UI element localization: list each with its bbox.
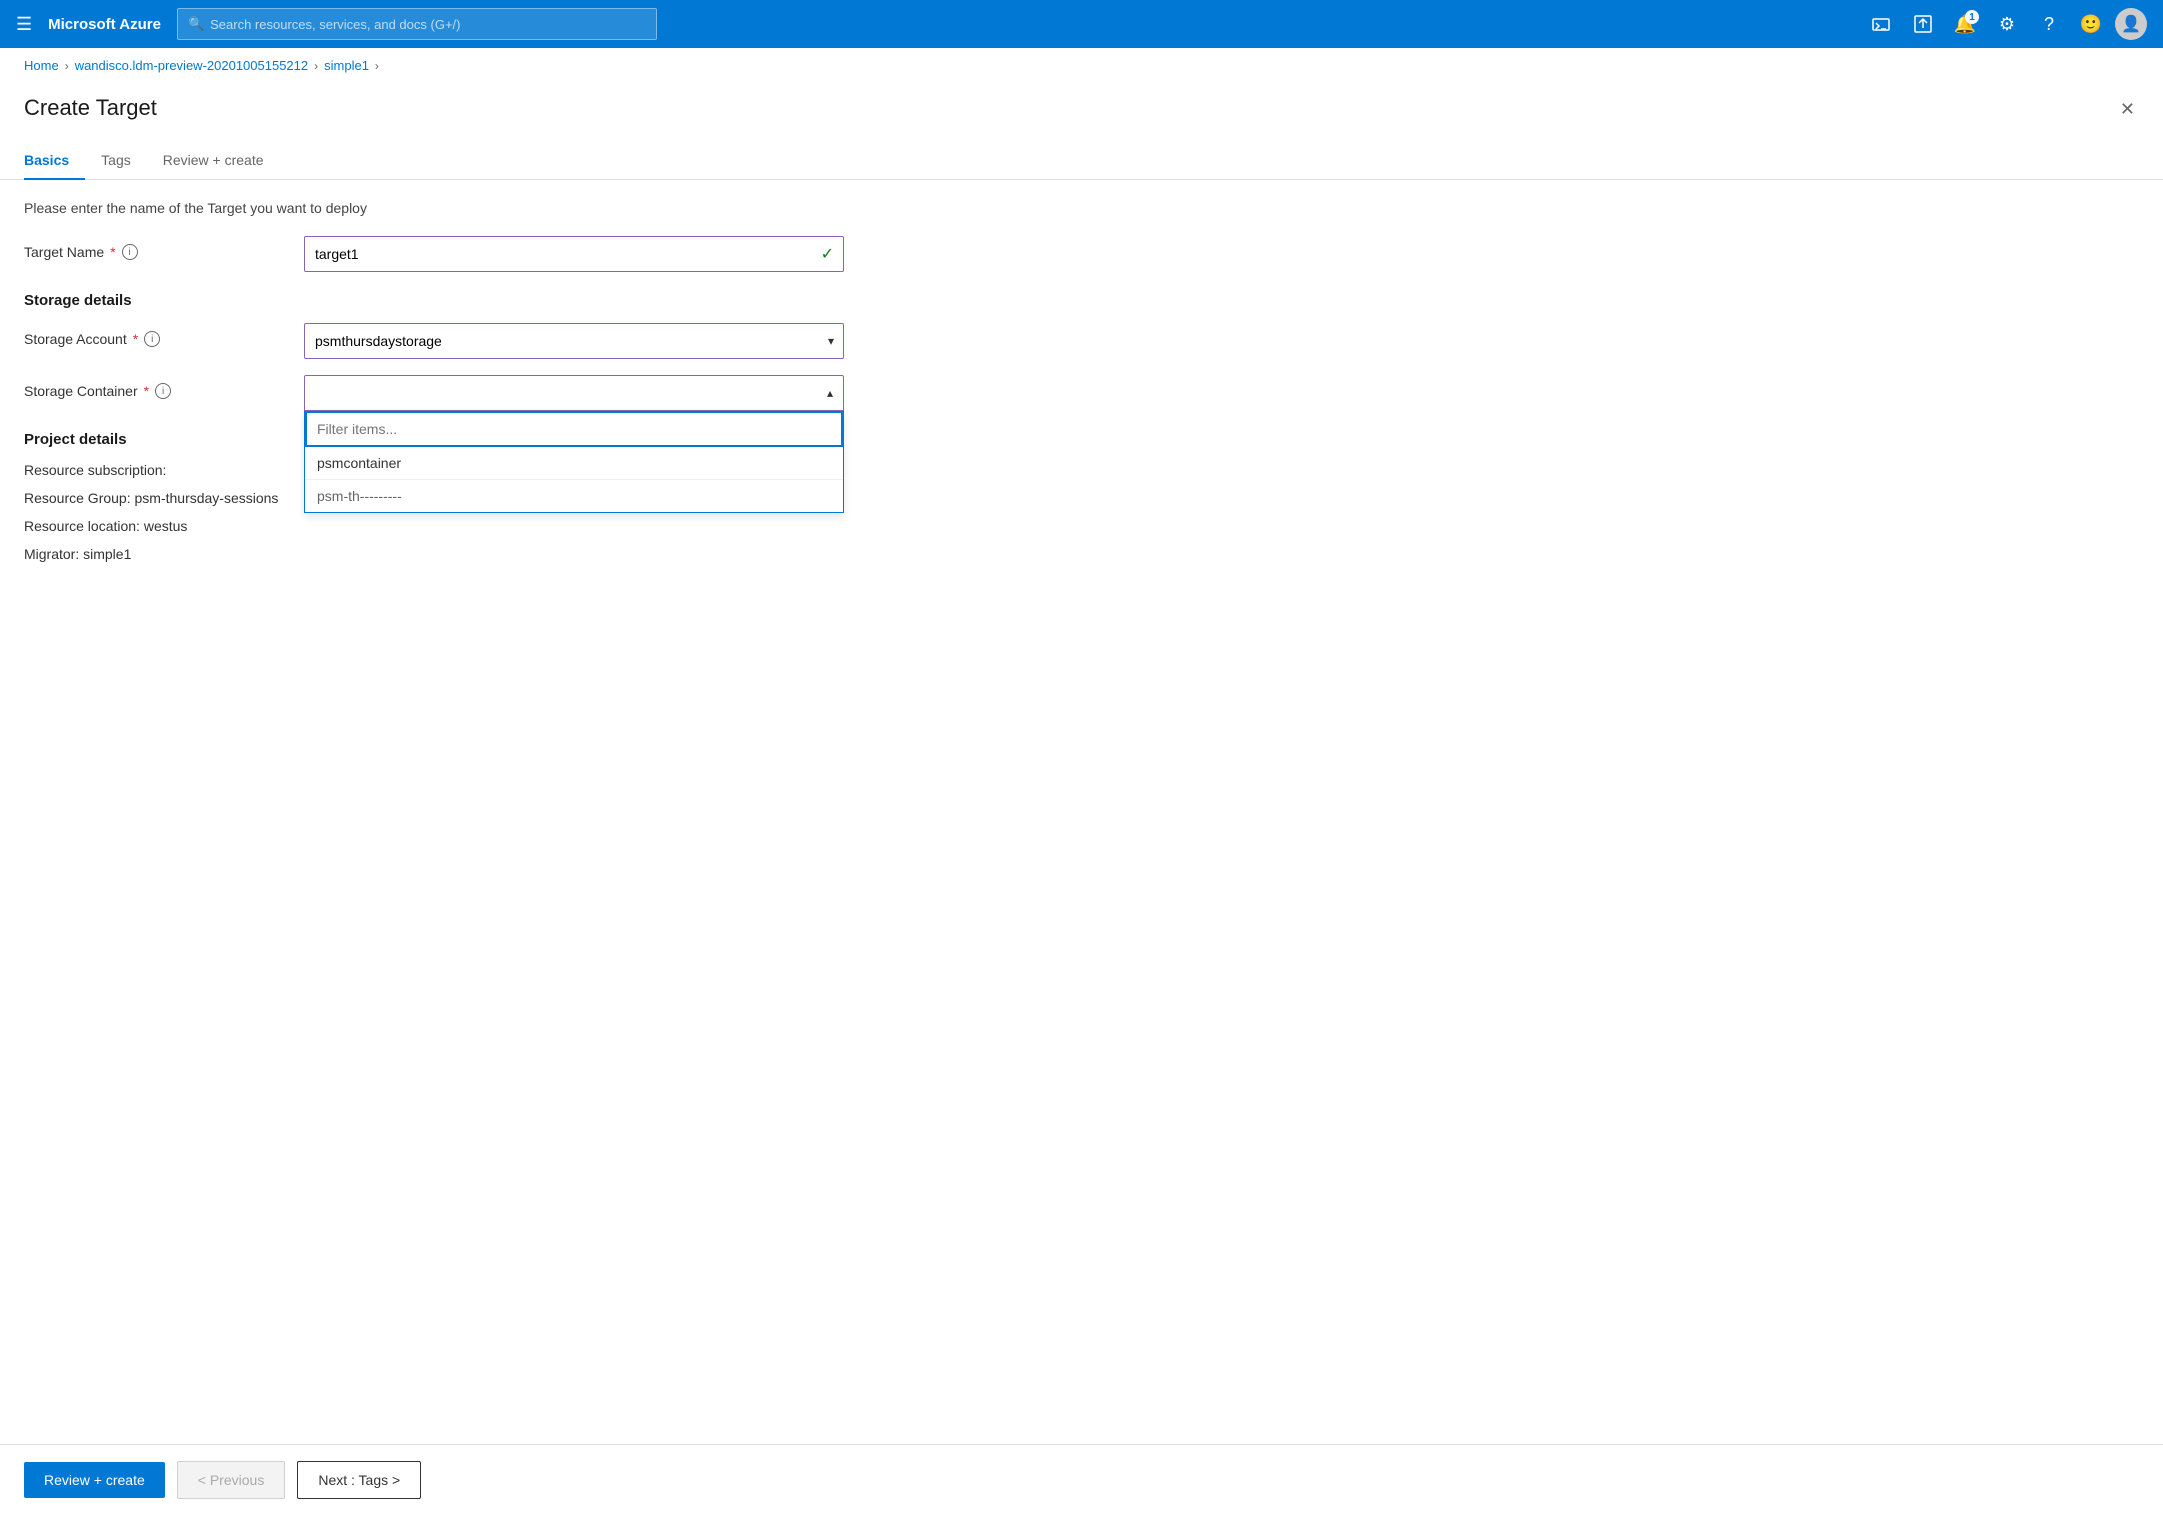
- storage-container-control: ▴ psmcontainer psm-th---------: [304, 375, 844, 411]
- breadcrumb-resource[interactable]: wandisco.ldm-preview-20201005155212: [75, 58, 308, 73]
- next-button[interactable]: Next : Tags >: [297, 1461, 421, 1499]
- previous-button[interactable]: < Previous: [177, 1461, 286, 1499]
- breadcrumb-sep-2: ›: [314, 59, 318, 73]
- tab-review-create[interactable]: Review + create: [147, 144, 280, 180]
- chevron-up-icon: ▴: [827, 386, 833, 400]
- storage-container-row: Storage Container * i ▴ psmcontainer psm…: [24, 375, 2139, 411]
- notifications-icon[interactable]: 🔔 1: [1947, 6, 1983, 42]
- brand-title: Microsoft Azure: [48, 16, 161, 33]
- close-button[interactable]: ✕: [2116, 95, 2139, 124]
- review-create-button[interactable]: Review + create: [24, 1462, 165, 1498]
- panel-header: Create Target ✕: [0, 79, 2163, 124]
- notification-badge: 1: [1965, 10, 1979, 24]
- search-input[interactable]: [210, 17, 646, 32]
- breadcrumb-home[interactable]: Home: [24, 58, 59, 73]
- target-name-input[interactable]: [304, 236, 844, 272]
- filter-input[interactable]: [305, 411, 843, 447]
- main-panel: Home › wandisco.ldm-preview-202010051552…: [0, 48, 2163, 1515]
- storage-container-info-icon[interactable]: i: [155, 383, 171, 399]
- target-name-label: Target Name * i: [24, 236, 304, 260]
- check-icon: ✓: [821, 244, 834, 264]
- required-asterisk-2: *: [133, 331, 138, 347]
- form-content: Please enter the name of the Target you …: [0, 180, 2163, 1444]
- tab-basics[interactable]: Basics: [24, 144, 85, 180]
- topnav: ☰ Microsoft Azure 🔍 🔔 1 ⚙ ?: [0, 0, 2163, 48]
- footer: Review + create < Previous Next : Tags >: [0, 1444, 2163, 1515]
- tabs: Basics Tags Review + create: [0, 124, 2163, 180]
- dropdown-item-partial: psm-th---------: [305, 479, 843, 512]
- storage-account-select[interactable]: psmthursdaystorage: [304, 323, 844, 359]
- form-description: Please enter the name of the Target you …: [24, 200, 2139, 216]
- breadcrumb: Home › wandisco.ldm-preview-202010051552…: [0, 48, 2163, 79]
- target-name-info-icon[interactable]: i: [122, 244, 138, 260]
- menu-icon[interactable]: ☰: [16, 14, 32, 35]
- breadcrumb-sep-1: ›: [65, 59, 69, 73]
- target-name-control: ✓: [304, 236, 844, 272]
- storage-account-row: Storage Account * i psmthursdaystorage ▾: [24, 323, 2139, 359]
- panel-title: Create Target: [24, 95, 157, 121]
- cloud-shell-icon[interactable]: [1863, 6, 1899, 42]
- tab-tags[interactable]: Tags: [85, 144, 147, 180]
- search-box[interactable]: 🔍: [177, 8, 657, 40]
- topnav-icons: 🔔 1 ⚙ ? 🙂 👤: [1863, 6, 2147, 42]
- storage-section-header: Storage details: [24, 292, 2139, 309]
- required-asterisk-3: *: [144, 383, 149, 399]
- help-icon[interactable]: ?: [2031, 6, 2067, 42]
- settings-icon[interactable]: ⚙: [1989, 6, 2025, 42]
- breadcrumb-sep-3: ›: [375, 59, 379, 73]
- upload-icon[interactable]: [1905, 6, 1941, 42]
- required-asterisk: *: [110, 244, 115, 260]
- storage-account-label: Storage Account * i: [24, 323, 304, 347]
- storage-container-trigger[interactable]: ▴: [304, 375, 844, 411]
- avatar[interactable]: 👤: [2115, 8, 2147, 40]
- search-icon: 🔍: [188, 16, 204, 32]
- resource-location: Resource location: westus: [24, 518, 2139, 534]
- dropdown-panel: psmcontainer psm-th---------: [304, 411, 844, 513]
- migrator: Migrator: simple1: [24, 546, 2139, 562]
- storage-container-label: Storage Container * i: [24, 375, 304, 399]
- storage-account-info-icon[interactable]: i: [144, 331, 160, 347]
- breadcrumb-simple1[interactable]: simple1: [324, 58, 369, 73]
- target-name-row: Target Name * i ✓: [24, 236, 2139, 272]
- smiley-icon[interactable]: 🙂: [2073, 6, 2109, 42]
- dropdown-item-psmcontainer[interactable]: psmcontainer: [305, 447, 843, 479]
- storage-account-control: psmthursdaystorage ▾: [304, 323, 844, 359]
